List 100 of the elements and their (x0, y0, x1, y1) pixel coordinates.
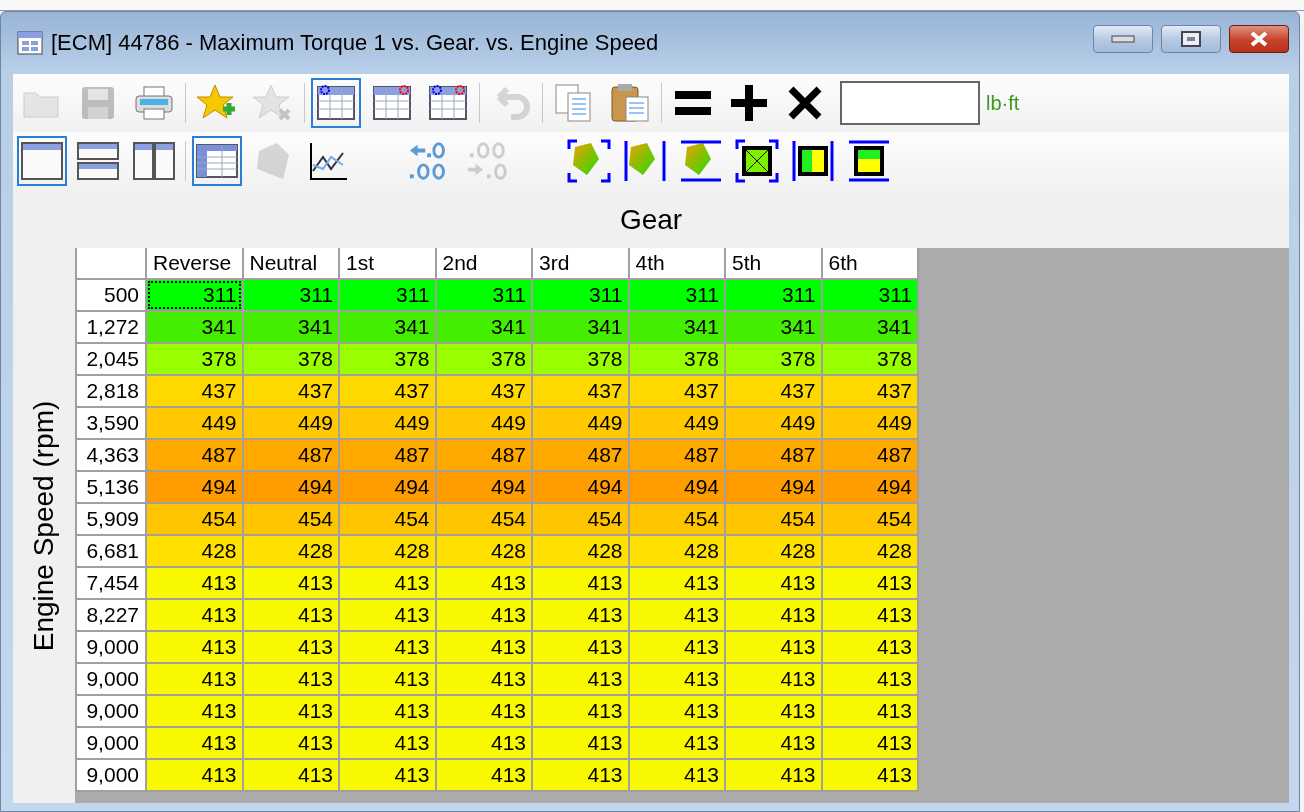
table-cell[interactable]: 428 (726, 536, 821, 566)
table-cell[interactable]: 449 (436, 408, 531, 438)
table-cell[interactable]: 413 (243, 568, 338, 598)
table-cell[interactable]: 413 (726, 664, 821, 694)
table-cell[interactable]: 413 (436, 664, 531, 694)
table-cell[interactable]: 437 (243, 376, 338, 406)
table-cell[interactable]: 413 (340, 696, 435, 726)
table-cell[interactable]: 413 (629, 600, 724, 630)
row-header[interactable]: 500 (77, 280, 145, 310)
table-cell[interactable]: 413 (533, 600, 628, 630)
table-cell[interactable]: 413 (243, 696, 338, 726)
table-cell[interactable]: 494 (533, 472, 628, 502)
table-cell[interactable]: 494 (822, 472, 917, 502)
table-cell[interactable]: 454 (822, 504, 917, 534)
table-cell[interactable]: 413 (533, 664, 628, 694)
table-cell[interactable]: 413 (533, 696, 628, 726)
table-cell[interactable]: 487 (726, 440, 821, 470)
table-cell[interactable]: 413 (629, 664, 724, 694)
table-cell[interactable]: 413 (147, 632, 242, 662)
column-header[interactable]: 3rd (533, 248, 628, 278)
table-cell[interactable]: 413 (726, 728, 821, 758)
table-cell[interactable]: 341 (629, 312, 724, 342)
table-cell[interactable]: 413 (243, 632, 338, 662)
table-cell[interactable]: 437 (147, 376, 242, 406)
row-header[interactable]: 9,000 (77, 696, 145, 726)
table-cell[interactable]: 487 (243, 440, 338, 470)
table-cell[interactable]: 413 (147, 728, 242, 758)
table-cell[interactable]: 413 (629, 568, 724, 598)
toolbar-button[interactable] (192, 136, 242, 186)
row-header[interactable]: 9,000 (77, 760, 145, 790)
table-cell[interactable]: 413 (533, 728, 628, 758)
table-cell[interactable]: 378 (629, 344, 724, 374)
table-cell[interactable]: 311 (340, 280, 435, 310)
table-cell[interactable]: 413 (629, 632, 724, 662)
table-cell[interactable]: 413 (726, 600, 821, 630)
table-cell[interactable]: 413 (822, 760, 917, 790)
table-cell[interactable]: 413 (436, 632, 531, 662)
row-header[interactable]: 4,363 (77, 440, 145, 470)
table-cell[interactable]: 487 (147, 440, 242, 470)
table-cell[interactable]: 454 (629, 504, 724, 534)
table-cell[interactable]: 428 (243, 536, 338, 566)
row-header[interactable]: 7,454 (77, 568, 145, 598)
table-cell[interactable]: 413 (436, 728, 531, 758)
minimize-button[interactable] (1093, 25, 1153, 53)
toolbar-button[interactable] (311, 78, 361, 128)
value-input-field[interactable] (840, 81, 980, 125)
table-cell[interactable]: 341 (243, 312, 338, 342)
table-cell[interactable]: 413 (822, 600, 917, 630)
table-cell[interactable]: 413 (243, 760, 338, 790)
table-cell[interactable]: 413 (822, 728, 917, 758)
table-cell[interactable]: 413 (436, 760, 531, 790)
table-cell[interactable]: 341 (340, 312, 435, 342)
table-cell[interactable]: 413 (822, 664, 917, 694)
table-cell[interactable]: 449 (629, 408, 724, 438)
table-cell[interactable]: 494 (243, 472, 338, 502)
table-cell[interactable]: 378 (340, 344, 435, 374)
table-cell[interactable]: 413 (726, 696, 821, 726)
table-cell[interactable]: 341 (533, 312, 628, 342)
table-cell[interactable]: 311 (436, 280, 531, 310)
row-header[interactable]: 3,590 (77, 408, 145, 438)
table-cell[interactable]: 413 (726, 760, 821, 790)
table-cell[interactable]: 413 (436, 696, 531, 726)
table-cell[interactable]: 413 (822, 632, 917, 662)
row-header[interactable]: 5,909 (77, 504, 145, 534)
table-cell[interactable]: 449 (243, 408, 338, 438)
table-cell[interactable]: 413 (340, 632, 435, 662)
table-cell[interactable]: 413 (629, 696, 724, 726)
table-cell[interactable]: 311 (147, 280, 242, 310)
column-header[interactable]: 5th (726, 248, 821, 278)
table-cell[interactable]: 487 (340, 440, 435, 470)
table-cell[interactable]: 341 (147, 312, 242, 342)
table-cell[interactable]: 378 (243, 344, 338, 374)
table-cell[interactable]: 378 (822, 344, 917, 374)
table-cell[interactable]: 311 (533, 280, 628, 310)
table-cell[interactable]: 311 (629, 280, 724, 310)
column-header[interactable]: 4th (629, 248, 724, 278)
table-cell[interactable]: 413 (147, 696, 242, 726)
table-cell[interactable]: 449 (726, 408, 821, 438)
table-cell[interactable]: 454 (533, 504, 628, 534)
table-cell[interactable]: 413 (243, 728, 338, 758)
row-header[interactable]: 8,227 (77, 600, 145, 630)
table-cell[interactable]: 437 (822, 376, 917, 406)
table-cell[interactable]: 449 (147, 408, 242, 438)
table-cell[interactable]: 311 (726, 280, 821, 310)
table-cell[interactable]: 428 (822, 536, 917, 566)
table-cell[interactable]: 454 (726, 504, 821, 534)
table-cell[interactable]: 413 (340, 600, 435, 630)
table-cell[interactable]: 413 (533, 632, 628, 662)
table-cell[interactable]: 413 (822, 696, 917, 726)
table-cell[interactable]: 437 (629, 376, 724, 406)
table-cell[interactable]: 437 (436, 376, 531, 406)
table-cell[interactable]: 494 (629, 472, 724, 502)
table-cell[interactable]: 413 (340, 760, 435, 790)
table-cell[interactable]: 311 (243, 280, 338, 310)
close-button[interactable] (1229, 25, 1289, 53)
table-cell[interactable]: 413 (629, 728, 724, 758)
table-cell[interactable]: 413 (726, 632, 821, 662)
table-cell[interactable]: 428 (340, 536, 435, 566)
table-cell[interactable]: 413 (340, 568, 435, 598)
table-cell[interactable]: 454 (340, 504, 435, 534)
